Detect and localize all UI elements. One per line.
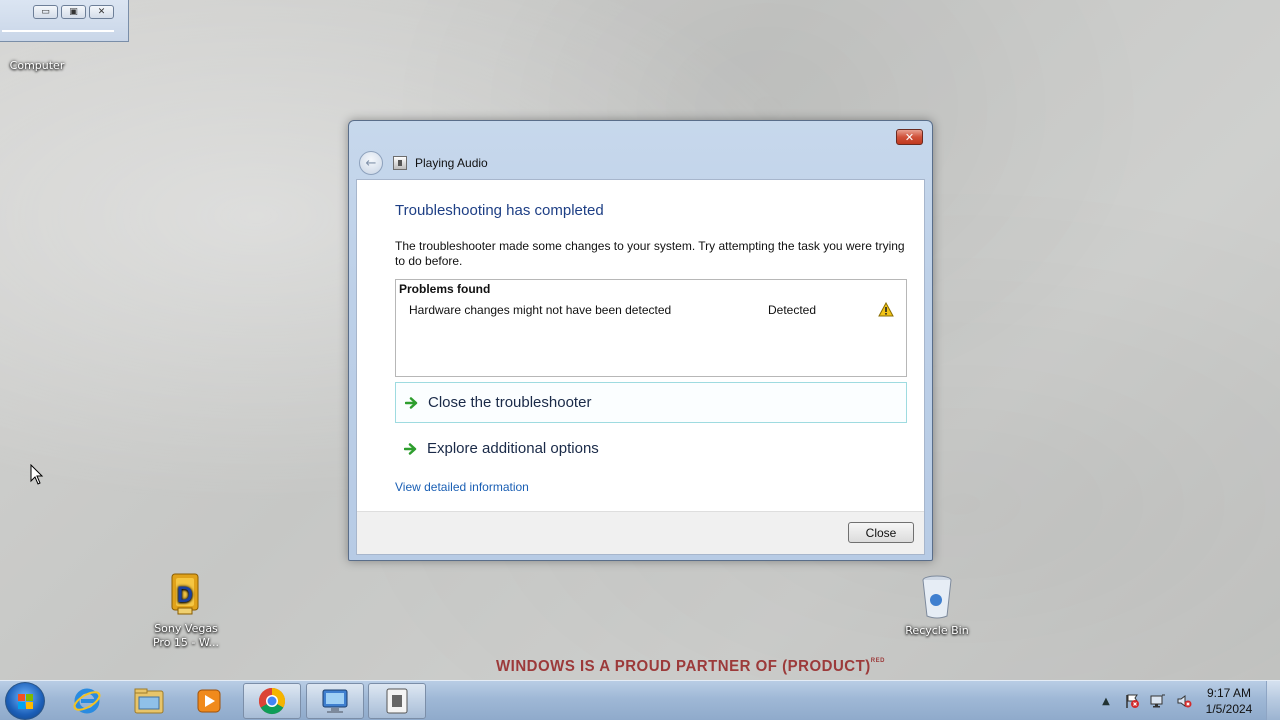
dialog-nav-bar: ← Playing Audio <box>359 151 488 175</box>
page-description: The troubleshooter made some changes to … <box>395 239 905 268</box>
troubleshooter-icon <box>386 688 408 714</box>
dialog-title: Playing Audio <box>415 156 488 170</box>
problems-found-header: Problems found <box>399 282 491 296</box>
clock-date: 1/5/2024 <box>1205 702 1253 716</box>
computer-label: Computer <box>9 59 65 72</box>
troubleshooter-app-icon <box>393 156 407 170</box>
show-desktop-button[interactable] <box>1266 681 1280 720</box>
internet-explorer-icon <box>73 688 101 714</box>
svg-text:D: D <box>177 582 193 607</box>
green-arrow-icon <box>395 442 427 455</box>
clock-time: 9:17 AM <box>1206 686 1252 700</box>
desktop-icon-recycle-bin[interactable]: Recycle Bin <box>897 572 977 638</box>
sony-vegas-icon: D <box>168 572 204 618</box>
mouse-cursor-icon <box>30 463 44 490</box>
windows-explorer-icon <box>134 688 164 714</box>
page-heading: Troubleshooting has completed <box>395 202 604 219</box>
dialog-footer: Close <box>357 511 924 554</box>
taskbar-windows-explorer[interactable] <box>120 683 178 719</box>
desktop-icon-sony-vegas[interactable]: D Sony Vegas Pro 15 - W... <box>146 572 226 650</box>
volume-muted-icon[interactable] <box>1176 693 1192 709</box>
dialog-close-x-button[interactable]: ✕ <box>896 129 923 145</box>
action-center-flag-icon[interactable] <box>1124 693 1140 709</box>
taskbar-clock[interactable]: 9:17 AM 1/5/2024 <box>1196 685 1262 717</box>
maximize-button[interactable]: ▣ <box>61 5 86 19</box>
taskbar-chrome[interactable] <box>243 683 301 719</box>
window-divider <box>2 30 114 32</box>
windows-logo-icon <box>18 694 34 710</box>
explore-options-label: Explore additional options <box>427 440 599 457</box>
show-hidden-icons-button[interactable]: ▲ <box>1098 693 1114 709</box>
taskbar-media-player[interactable] <box>180 683 238 719</box>
start-button[interactable] <box>5 682 45 720</box>
taskbar-troubleshooter[interactable] <box>368 683 426 719</box>
view-detailed-information-link[interactable]: View detailed information <box>395 480 529 494</box>
problem-row: Hardware changes might not have been det… <box>396 301 906 321</box>
taskbar-internet-explorer[interactable] <box>58 683 116 719</box>
background-window-titlebar: ▭ ▣ ✕ <box>0 0 129 42</box>
close-window-button[interactable]: ✕ <box>89 5 114 19</box>
minimize-button[interactable]: ▭ <box>33 5 58 19</box>
recycle-bin-icon <box>919 572 955 620</box>
desktop-icon-computer[interactable]: Computer <box>0 59 77 73</box>
media-player-icon <box>197 689 221 713</box>
sony-vegas-label-line1: Sony Vegas <box>154 622 218 635</box>
taskbar-remote-desktop[interactable] <box>306 683 364 719</box>
product-red-watermark: WINDOWS IS A PROUD PARTNER OF (PRODUCT)R… <box>496 657 885 676</box>
back-arrow-icon: ← <box>365 155 377 171</box>
problem-name: Hardware changes might not have been det… <box>409 303 672 317</box>
problem-status: Detected <box>768 303 817 317</box>
dialog-content: Troubleshooting has completed The troubl… <box>356 179 925 555</box>
troubleshooter-dialog: ✕ ← Playing Audio Troubleshooting has co… <box>348 120 933 561</box>
warning-icon <box>878 301 894 320</box>
explore-options-option[interactable]: Explore additional options <box>395 428 907 469</box>
system-tray: ▲ <box>1098 693 1192 709</box>
recycle-bin-label: Recycle Bin <box>905 624 969 637</box>
problems-found-panel: Problems found Hardware changes might no… <box>395 279 907 377</box>
close-troubleshooter-option[interactable]: Close the troubleshooter <box>395 382 907 423</box>
network-icon[interactable] <box>1150 693 1166 709</box>
close-icon: ✕ <box>904 130 915 144</box>
taskbar: ▲ 9:17 AM 1/5/2024 <box>0 680 1280 720</box>
sony-vegas-label-line2: Pro 15 - W... <box>152 636 219 649</box>
green-arrow-icon <box>396 396 428 409</box>
close-button[interactable]: Close <box>848 522 914 543</box>
chrome-icon <box>258 687 286 715</box>
remote-desktop-icon <box>322 689 348 713</box>
close-troubleshooter-label: Close the troubleshooter <box>428 394 592 411</box>
back-arrow-button[interactable]: ← <box>359 151 383 175</box>
